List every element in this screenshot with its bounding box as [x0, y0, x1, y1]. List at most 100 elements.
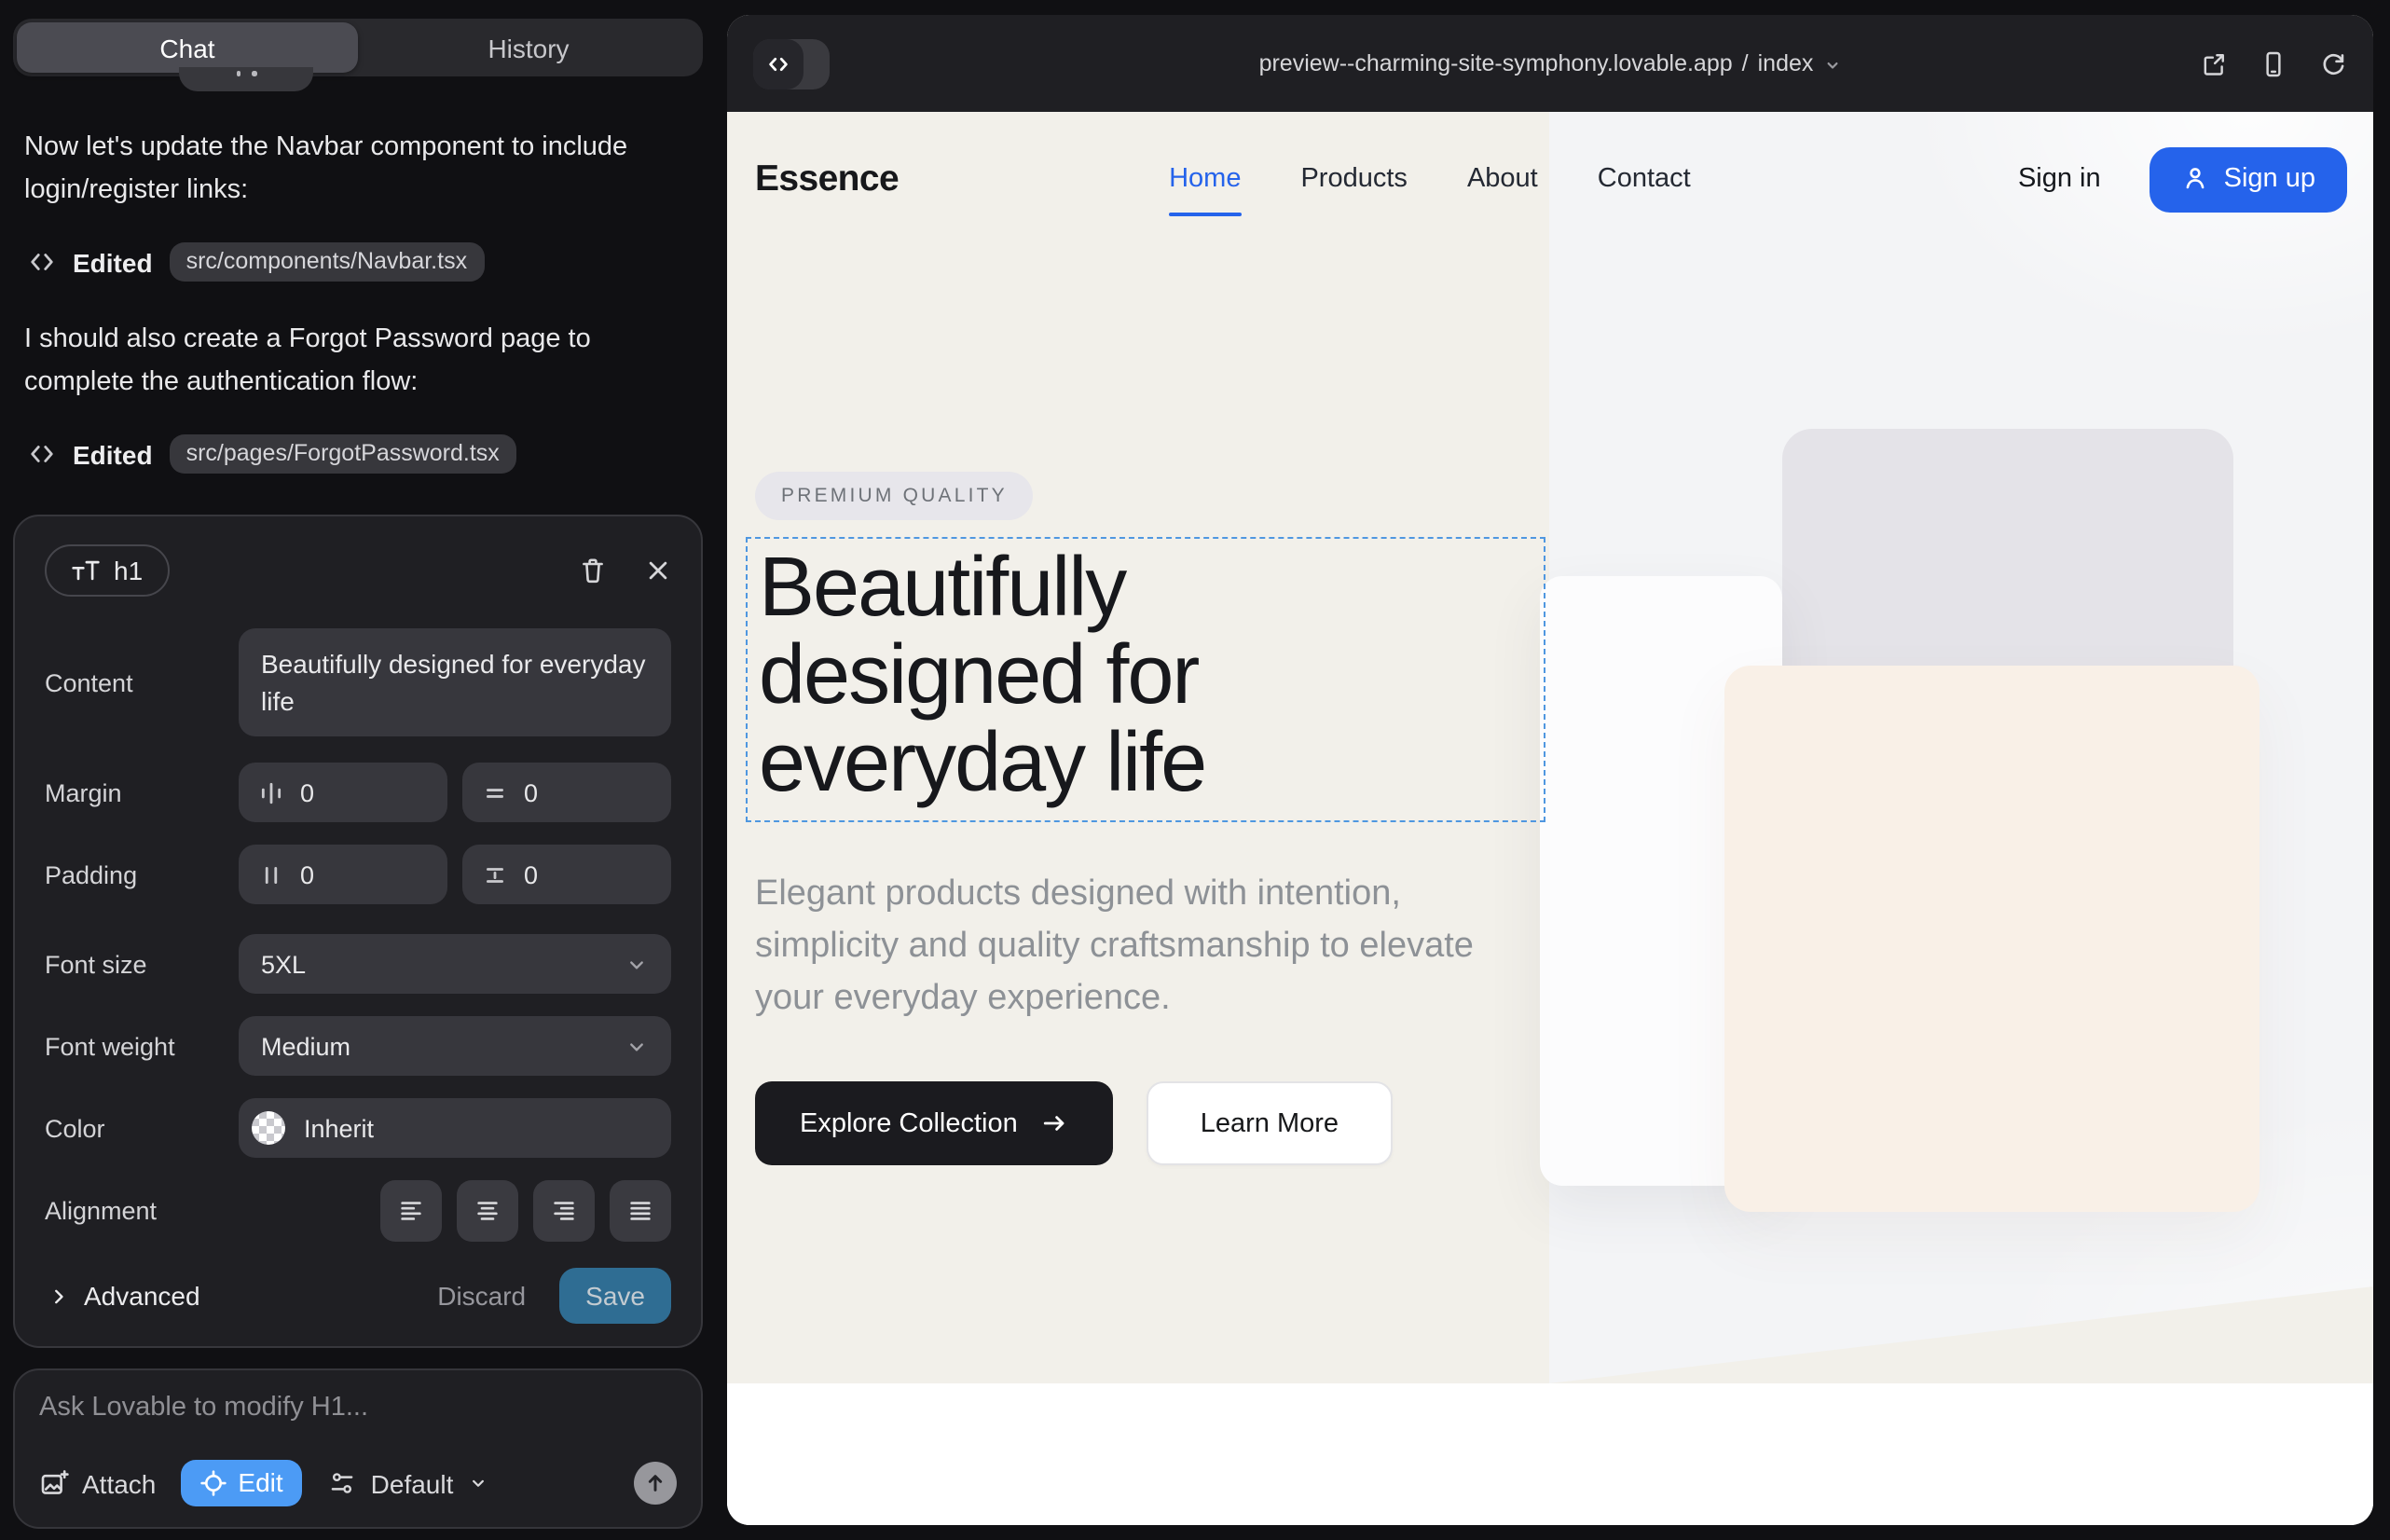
hero-cta-row: Explore Collection Learn More — [755, 1081, 1393, 1165]
edit-mode-button[interactable]: Edit — [180, 1460, 301, 1506]
margin-x-icon — [259, 780, 283, 804]
chevron-down-icon — [468, 1473, 488, 1493]
arrow-up-icon — [643, 1471, 667, 1495]
open-external-button[interactable] — [2200, 49, 2228, 77]
chevron-down-icon — [1822, 55, 1841, 74]
file-edit-row: Edited src/components/Navbar.tsx — [28, 242, 692, 282]
sliders-icon — [328, 1469, 356, 1497]
margin-y-input[interactable]: 0 — [462, 763, 671, 822]
margin-x-value: 0 — [300, 778, 314, 806]
path-separator: / — [1742, 50, 1749, 76]
premium-quality-badge: PREMIUM QUALITY — [755, 472, 1034, 520]
mode-select[interactable]: Default — [328, 1468, 489, 1498]
font-weight-select[interactable]: Medium — [239, 1016, 671, 1076]
chat-composer: Ask Lovable to modify H1... Attach Edit … — [13, 1368, 703, 1529]
font-size-label: Font size — [45, 950, 224, 978]
font-weight-value: Medium — [261, 1032, 350, 1060]
font-weight-row: Font weight Medium — [45, 1016, 671, 1076]
site-viewport: Essence Home Products About Contact Sign… — [727, 112, 2373, 1525]
color-row: Color Inherit — [45, 1098, 671, 1158]
margin-y-icon — [483, 780, 507, 804]
nav-links: Home Products About Contact — [1169, 164, 1691, 194]
font-size-select[interactable]: 5XL — [239, 934, 671, 994]
edited-file-chip[interactable]: src/pages/ForgotPassword.tsx — [170, 434, 516, 474]
attach-button[interactable]: Attach — [39, 1468, 156, 1498]
element-tag-label: h1 — [114, 556, 143, 585]
editor-header: h1 — [45, 543, 671, 598]
mode-label: Default — [371, 1468, 454, 1498]
attach-label: Attach — [82, 1468, 156, 1498]
color-swatch — [252, 1111, 285, 1145]
refresh-button[interactable] — [2319, 49, 2347, 77]
content-label: Content — [45, 668, 224, 696]
element-editor-panel: h1 Content Beautifully designed for ever… — [13, 515, 703, 1348]
margin-label: Margin — [45, 778, 224, 806]
sign-up-label: Sign up — [2224, 163, 2315, 193]
explore-collection-button[interactable]: Explore Collection — [755, 1081, 1113, 1165]
selected-element-outline[interactable]: Beautifully designed for everyday life — [746, 537, 1545, 822]
align-left-button[interactable] — [380, 1180, 442, 1242]
nav-link-contact[interactable]: Contact — [1598, 164, 1691, 194]
nav-link-about[interactable]: About — [1467, 164, 1538, 194]
composer-input[interactable]: Ask Lovable to modify H1... — [39, 1393, 677, 1423]
send-button[interactable] — [634, 1462, 677, 1505]
margin-row: Margin 0 0 — [45, 763, 671, 822]
color-value: Inherit — [304, 1114, 374, 1142]
align-right-button[interactable] — [533, 1180, 595, 1242]
padding-x-value: 0 — [300, 860, 314, 888]
color-select[interactable]: Inherit — [239, 1098, 671, 1158]
code-icon — [753, 38, 804, 89]
delete-element-button[interactable] — [578, 556, 608, 585]
content-input[interactable]: Beautifully designed for everyday life — [239, 628, 671, 736]
sign-in-link[interactable]: Sign in — [2018, 164, 2101, 194]
mobile-preview-button[interactable] — [2260, 49, 2287, 77]
edited-file-chip[interactable]: src/components/Navbar.tsx — [170, 242, 485, 282]
close-icon[interactable] — [645, 557, 671, 584]
nav-link-products[interactable]: Products — [1300, 164, 1407, 194]
content-row: Content Beautifully designed for everyda… — [45, 628, 671, 736]
nav-link-home[interactable]: Home — [1169, 164, 1241, 194]
code-icon — [28, 248, 56, 276]
sign-up-button[interactable]: Sign up — [2150, 146, 2347, 212]
preview-window: preview--charming-site-symphony.lovable.… — [727, 15, 2373, 1525]
padding-y-value: 0 — [524, 860, 538, 888]
site-logo[interactable]: Essence — [755, 158, 899, 200]
edit-label: Edit — [238, 1467, 282, 1497]
padding-x-input[interactable]: 0 — [239, 845, 447, 904]
padding-y-icon — [483, 862, 507, 887]
chat-history-tabs: Chat History — [13, 19, 703, 76]
advanced-toggle[interactable]: Advanced — [45, 1281, 200, 1311]
target-icon — [199, 1468, 227, 1496]
alignment-label: Alignment — [45, 1197, 224, 1225]
chevron-right-icon — [48, 1286, 69, 1306]
chevron-down-icon — [625, 1034, 649, 1058]
user-icon — [2181, 164, 2209, 192]
learn-more-button[interactable]: Learn More — [1147, 1081, 1393, 1165]
code-view-toggle[interactable] — [753, 38, 830, 89]
edit-action-label: Edited — [73, 439, 153, 469]
margin-x-input[interactable]: 0 — [239, 763, 447, 822]
page-name: index — [1758, 50, 1814, 76]
code-icon — [28, 440, 56, 468]
hero-heading[interactable]: Beautifully designed for everyday life — [759, 543, 1402, 805]
margin-y-value: 0 — [524, 778, 538, 806]
font-size-value: 5XL — [261, 950, 306, 978]
padding-x-icon — [259, 862, 283, 887]
discard-button[interactable]: Discard — [437, 1281, 526, 1311]
url-bar: preview--charming-site-symphony.lovable.… — [727, 50, 2373, 76]
chat-message: Now let's update the Navbar component to… — [24, 127, 673, 213]
align-center-button[interactable] — [457, 1180, 518, 1242]
advanced-label: Advanced — [84, 1281, 200, 1311]
decorative-card-cream — [1724, 666, 2260, 1212]
save-button[interactable]: Save — [559, 1268, 671, 1324]
font-size-row: Font size 5XL — [45, 934, 671, 994]
align-justify-button[interactable] — [610, 1180, 671, 1242]
tab-chat[interactable]: Chat — [17, 22, 358, 73]
chat-message: I should also create a Forgot Password p… — [24, 319, 673, 405]
selected-element-pill[interactable]: h1 — [45, 544, 169, 597]
chat-messages: Now let's update the Navbar component to… — [24, 127, 692, 511]
editor-footer: Advanced Discard Save — [45, 1268, 671, 1324]
color-label: Color — [45, 1114, 224, 1142]
tab-history[interactable]: History — [358, 22, 699, 73]
padding-y-input[interactable]: 0 — [462, 845, 671, 904]
